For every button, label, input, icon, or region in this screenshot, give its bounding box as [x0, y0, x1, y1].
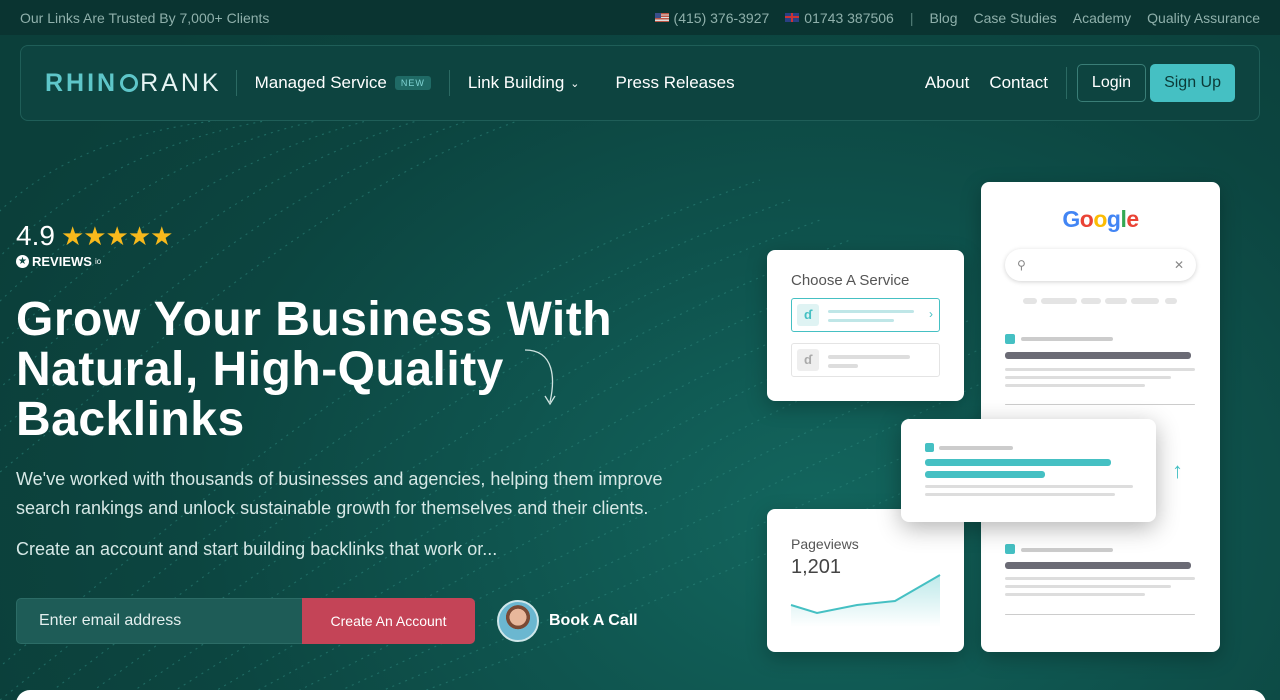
blog-link[interactable]: Blog [929, 10, 957, 26]
hero-subtext: We've worked with thousands of businesse… [16, 469, 663, 518]
hero-cta-text: Create an account and start building bac… [16, 539, 498, 559]
result-favicon-icon [1005, 334, 1015, 344]
signup-button[interactable]: Sign Up [1150, 64, 1235, 102]
chevron-right-icon: › [929, 307, 933, 321]
highlighted-result-mockup [901, 419, 1156, 522]
curved-arrow-icon [524, 349, 556, 406]
signup-form: Create An Account Book A Call [16, 598, 736, 644]
google-serp-mockup: Google ⚲ ✕ [981, 182, 1220, 652]
rhino-icon: ɗ [797, 349, 819, 371]
quality-assurance-link[interactable]: Quality Assurance [1147, 10, 1260, 26]
reviews-star-icon: ★ [16, 255, 29, 268]
phone-uk[interactable]: 01743 387506 [785, 10, 894, 26]
us-flag-icon [654, 12, 669, 22]
google-logo: Google [1062, 206, 1139, 232]
pageviews-mockup: Pageviews 1,201 [767, 509, 964, 652]
top-info-bar: Our Links Are Trusted By 7,000+ Clients … [0, 0, 1280, 35]
rating-block: 4.9 ★★★★★ [16, 220, 736, 252]
email-input[interactable] [16, 598, 302, 644]
rating-value: 4.9 [16, 220, 55, 251]
academy-link[interactable]: Academy [1073, 10, 1131, 26]
trust-text: Our Links Are Trusted By 7,000+ Clients [20, 9, 270, 26]
case-studies-link[interactable]: Case Studies [974, 10, 1057, 26]
rating-stars-icon: ★★★★★ [60, 220, 174, 251]
rhino-icon: ɗ [797, 304, 819, 326]
main-navigation: RHIN RANK Managed Service NEW Link Buildi… [20, 45, 1260, 121]
result-favicon-icon [1005, 544, 1015, 554]
phone-us[interactable]: (415) 376-3927 [654, 10, 769, 26]
divider: | [909, 9, 914, 26]
nav-about[interactable]: About [915, 70, 979, 96]
nav-divider [1065, 67, 1067, 99]
next-section-edge [16, 690, 1266, 700]
uk-flag-icon [785, 12, 800, 22]
up-arrow-icon: ↑ [1172, 458, 1183, 483]
nav-link-building[interactable]: Link Building ⌄ [450, 70, 598, 96]
choose-service-mockup: Choose A Service ɗ › ɗ [767, 250, 964, 401]
result-favicon-icon [925, 443, 934, 452]
nav-managed-service[interactable]: Managed Service NEW [237, 70, 450, 96]
pageviews-sparkline [790, 574, 941, 627]
new-badge: NEW [394, 76, 431, 90]
pageviews-label: Pageviews [791, 536, 859, 552]
nav-right-group: About Contact Login Sign Up [915, 64, 1235, 102]
reviews-io-logo[interactable]: ★ REVIEWS io [16, 254, 736, 269]
rhinorank-logo[interactable]: RHIN RANK [45, 70, 237, 96]
google-search-bar: ⚲ ✕ [1005, 249, 1196, 281]
search-icon: ⚲ [1017, 258, 1026, 272]
login-button[interactable]: Login [1076, 64, 1147, 102]
hero-section: 4.9 ★★★★★ ★ REVIEWS io Grow Your Business… [16, 220, 736, 644]
service-option: ɗ [791, 343, 940, 377]
book-call-link[interactable]: Book A Call [497, 600, 638, 642]
top-links: (415) 376-3927 01743 387506 | Blog Case … [654, 9, 1260, 26]
service-option-active: ɗ › [791, 298, 940, 332]
logo-o-icon [120, 74, 139, 92]
consultant-avatar [497, 600, 539, 642]
service-title: Choose A Service [791, 272, 910, 289]
nav-contact[interactable]: Contact [979, 70, 1058, 96]
chevron-down-icon: ⌄ [570, 77, 580, 90]
create-account-button[interactable]: Create An Account [302, 598, 475, 644]
close-icon: ✕ [1173, 258, 1184, 272]
nav-press-releases[interactable]: Press Releases [598, 70, 753, 96]
